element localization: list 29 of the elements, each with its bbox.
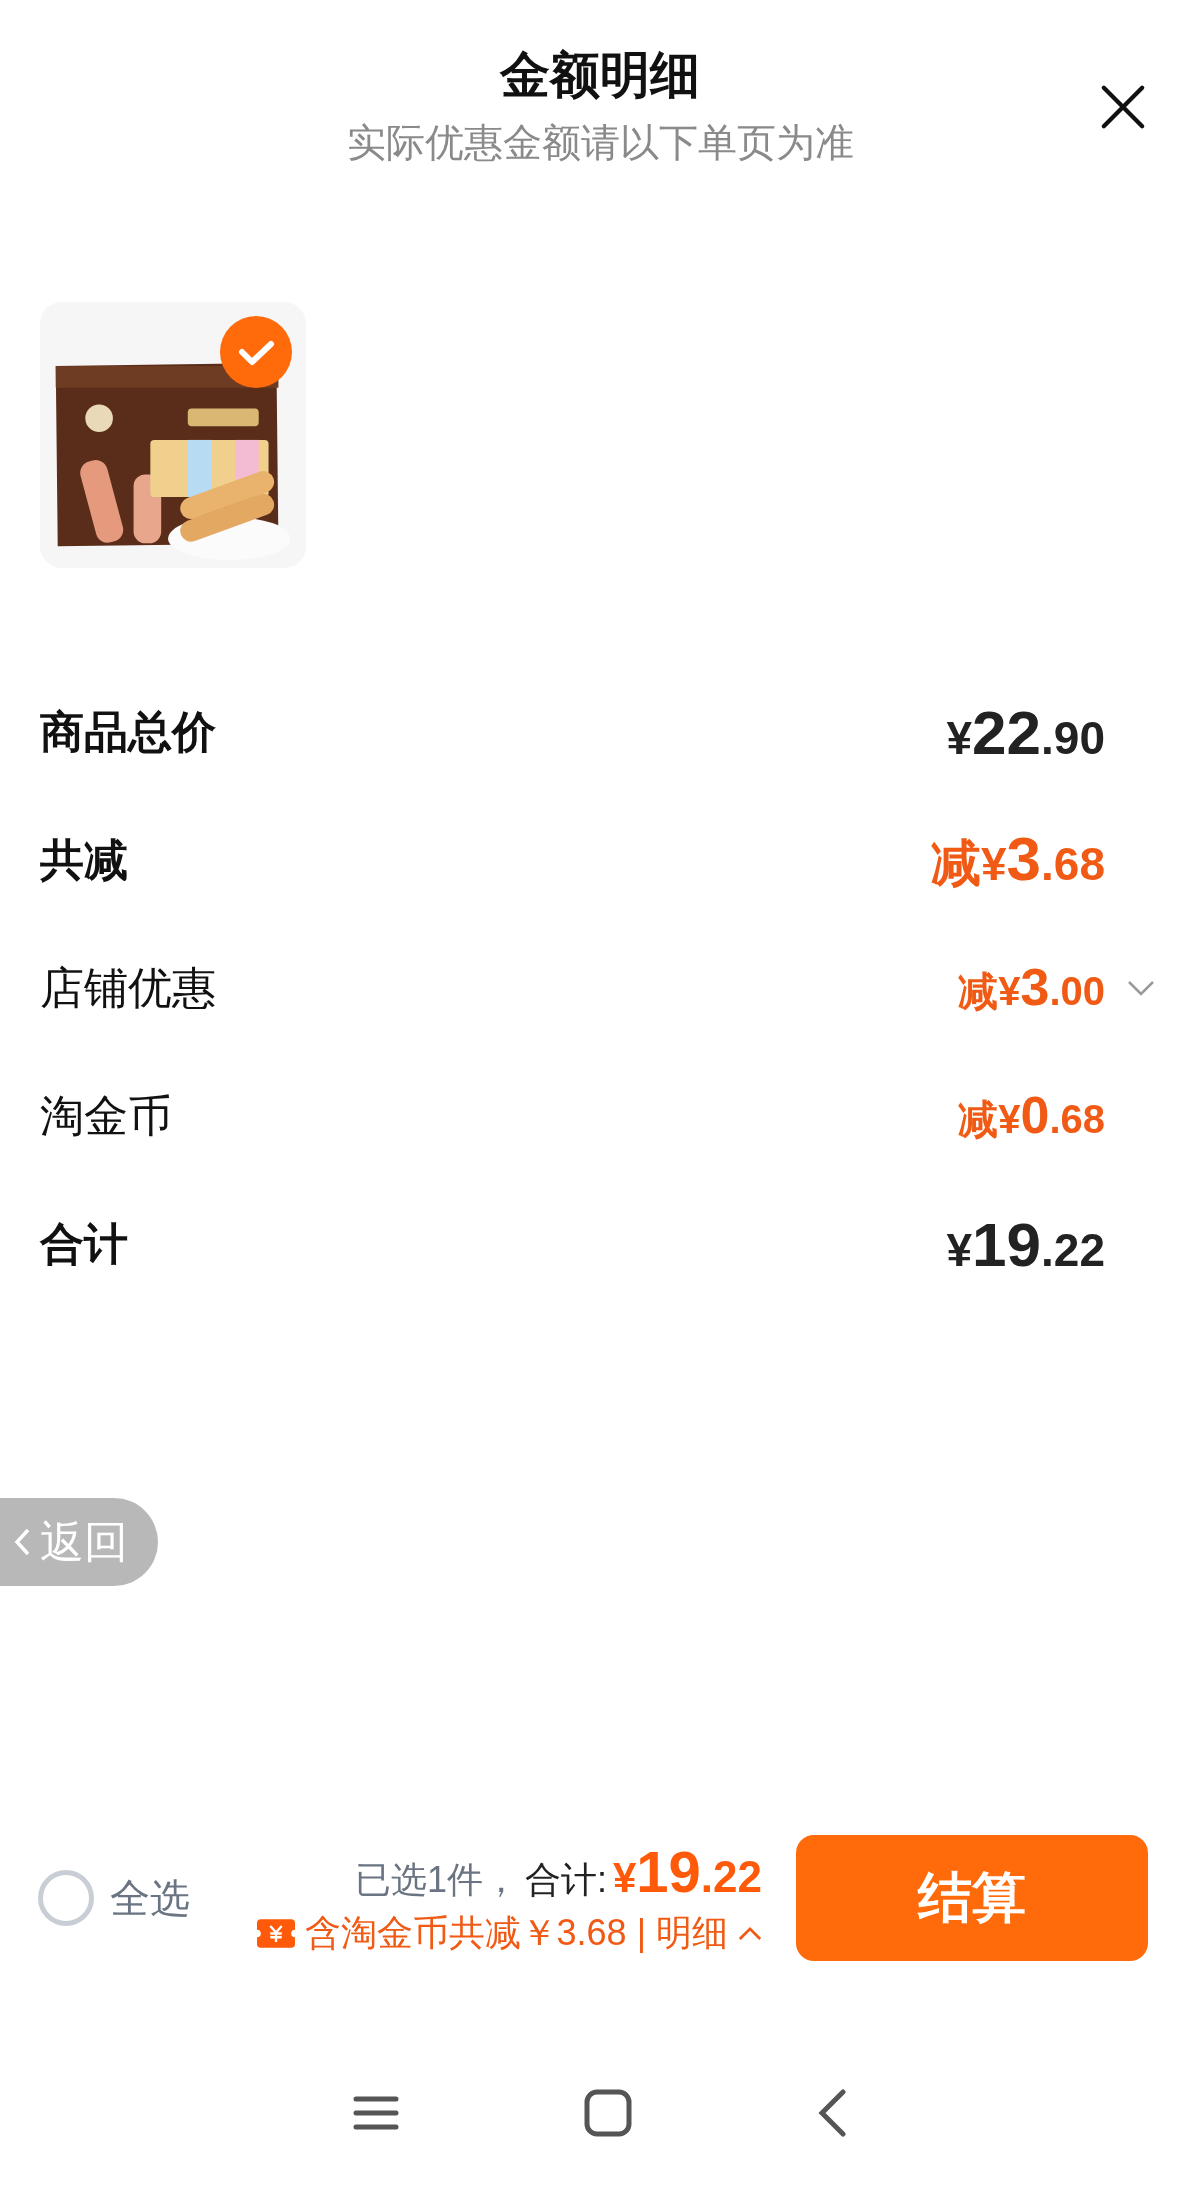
price-label: 商品总价 xyxy=(40,705,216,758)
check-icon[interactable] xyxy=(220,316,292,388)
price-label: 合计 xyxy=(40,1217,128,1270)
selected-count: 已选1件， xyxy=(354,1858,519,1902)
price-amount: ¥19.22 xyxy=(946,1208,1105,1280)
sheet-subtitle: 实际优惠金额请以下单页为准 xyxy=(346,120,854,166)
chevron-down-icon[interactable] xyxy=(1127,980,1155,996)
total-amount: ¥19.22 xyxy=(612,1838,762,1905)
back-button[interactable]: 返回 xyxy=(0,1498,158,1586)
sheet-title: 金额明细 xyxy=(500,46,700,105)
price-label: 店铺优惠 xyxy=(40,961,216,1014)
price-amount: 减¥3.68 xyxy=(930,823,1105,895)
caret-up-icon[interactable] xyxy=(738,1926,762,1941)
select-all-radio[interactable] xyxy=(38,1870,94,1926)
price-amount: ¥22.90 xyxy=(946,696,1105,768)
price-label: 共减 xyxy=(40,833,128,886)
back-icon[interactable] xyxy=(817,2089,848,2137)
savings-details-link[interactable]: 含淘金币共减￥3.68 | 明细 xyxy=(304,1909,728,1958)
checkout-button[interactable]: 结算 xyxy=(796,1835,1148,1961)
chevron-left-icon xyxy=(14,1528,30,1556)
menu-icon[interactable] xyxy=(352,2095,399,2131)
coupon-icon xyxy=(256,1919,295,1948)
price-amount: 减¥3.00 xyxy=(958,957,1105,1018)
price-amount: 减¥0.68 xyxy=(958,1085,1105,1146)
close-icon[interactable] xyxy=(1100,84,1146,130)
home-square-icon[interactable] xyxy=(584,2089,632,2137)
select-all-label[interactable]: 全选 xyxy=(110,1870,190,1926)
total-label: 合计: xyxy=(524,1858,607,1902)
price-label: 淘金币 xyxy=(40,1089,172,1142)
